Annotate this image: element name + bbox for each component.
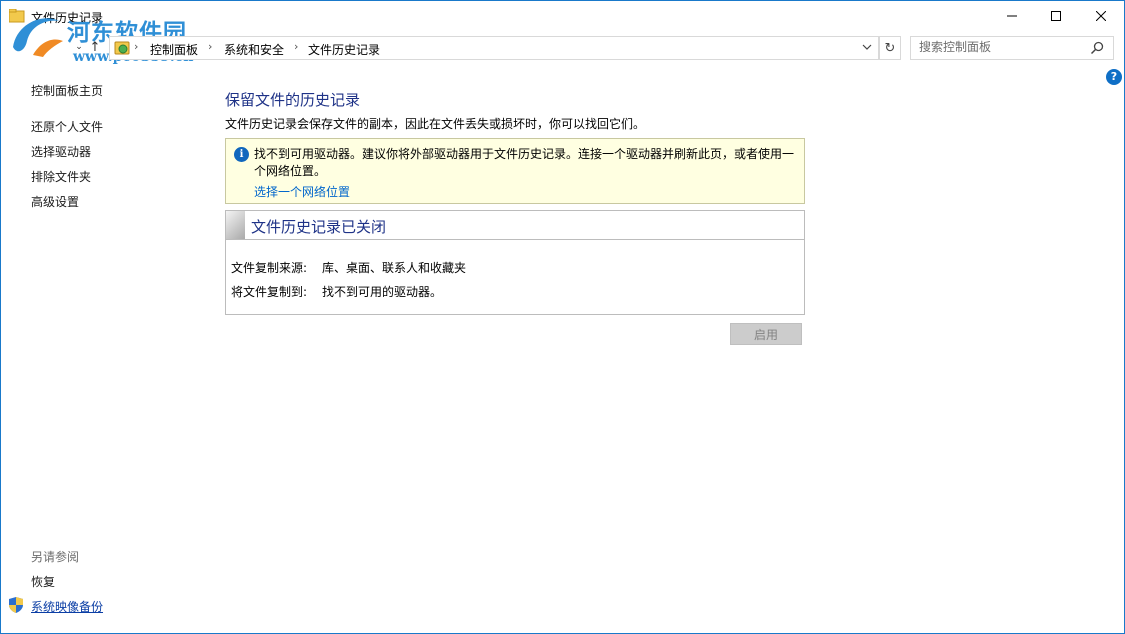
info-message: 找不到可用驱动器。建议你将外部驱动器用于文件历史记录。连接一个驱动器并刷新此页，…	[254, 147, 795, 178]
copy-source-value: 库、桌面、联系人和收藏夹	[322, 261, 467, 275]
minimize-button[interactable]	[989, 1, 1035, 31]
sidebar-item-select-drive[interactable]: 选择驱动器	[31, 143, 91, 160]
breadcrumb-separator-icon: ›	[208, 40, 213, 53]
address-bar[interactable]: › 控制面板 › 系统和安全 › 文件历史记录	[109, 36, 879, 60]
search-input[interactable]	[919, 39, 1083, 55]
file-history-window: 文件历史记录 河东软件园 www.pc0359.cn ⌄ ↑	[0, 0, 1125, 634]
breadcrumb-control-panel[interactable]: 控制面板	[150, 41, 198, 58]
title-bar: 文件历史记录 河东软件园 www.pc0359.cn	[1, 1, 1124, 65]
close-icon	[1096, 11, 1106, 21]
copy-destination-label: 将文件复制到:	[231, 285, 308, 299]
sidebar-control-panel-home[interactable]: 控制面板主页	[31, 82, 103, 99]
uac-shield-icon	[9, 597, 23, 613]
breadcrumb-system-security[interactable]: 系统和安全	[224, 41, 284, 58]
see-also-system-image-backup-link[interactable]: 系统映像备份	[31, 598, 103, 615]
sidebar-item-restore-personal-files[interactable]: 还原个人文件	[31, 118, 103, 135]
info-notice: i 找不到可用驱动器。建议你将外部驱动器用于文件历史记录。连接一个驱动器并刷新此…	[225, 138, 805, 204]
sidebar-item-exclude-folders[interactable]: 排除文件夹	[31, 168, 91, 185]
select-network-location-link[interactable]: 选择一个网络位置	[254, 183, 350, 200]
info-icon: i	[234, 147, 249, 162]
control-panel-icon	[114, 41, 130, 55]
up-arrow-icon[interactable]: ↑	[87, 39, 103, 55]
minimize-icon	[1007, 15, 1017, 17]
see-also-heading: 另请参阅	[31, 550, 80, 564]
help-icon[interactable]: ?	[1106, 69, 1122, 85]
refresh-button[interactable]: ↻	[879, 36, 901, 60]
status-panel: 文件历史记录已关闭 文件复制来源: 库、桌面、联系人和收藏夹 将文件复制到: 找…	[225, 210, 805, 315]
page-title: 保留文件的历史记录	[225, 91, 361, 109]
copy-destination-value: 找不到可用的驱动器。	[322, 285, 443, 299]
sidebar: 控制面板主页 还原个人文件 选择驱动器 排除文件夹 高级设置 另请参阅 恢复 系…	[1, 61, 211, 633]
status-indicator-bar	[226, 211, 245, 239]
refresh-icon: ↻	[884, 40, 896, 56]
enable-button[interactable]: 启用	[730, 323, 802, 345]
copy-source-label: 文件复制来源:	[231, 261, 308, 275]
address-dropdown-chevron-icon[interactable]	[862, 40, 872, 54]
maximize-button[interactable]	[1033, 1, 1079, 31]
breadcrumb-separator-icon: ›	[294, 40, 299, 53]
search-icon[interactable]	[1089, 40, 1105, 56]
page-description: 文件历史记录会保存文件的副本，因此在文件丢失或损坏时，你可以找回它们。	[225, 117, 646, 131]
maximize-icon	[1051, 11, 1061, 21]
see-also-recovery-link[interactable]: 恢复	[31, 573, 55, 590]
search-box[interactable]	[910, 36, 1114, 60]
sidebar-item-advanced-settings[interactable]: 高级设置	[31, 193, 79, 210]
close-button[interactable]	[1078, 1, 1124, 31]
file-history-app-icon	[9, 9, 25, 23]
window-title: 文件历史记录	[31, 11, 104, 25]
navigation-bar: ⌄ ↑ › 控制面板 › 系统和安全 › 文件历史记录 ↻	[1, 35, 1124, 61]
breadcrumb-separator-icon: ›	[134, 40, 139, 53]
breadcrumb-file-history[interactable]: 文件历史记录	[308, 41, 380, 58]
recent-locations-chevron-icon[interactable]: ⌄	[71, 39, 87, 55]
status-header: 文件历史记录已关闭	[226, 211, 804, 240]
status-title: 文件历史记录已关闭	[251, 218, 387, 236]
